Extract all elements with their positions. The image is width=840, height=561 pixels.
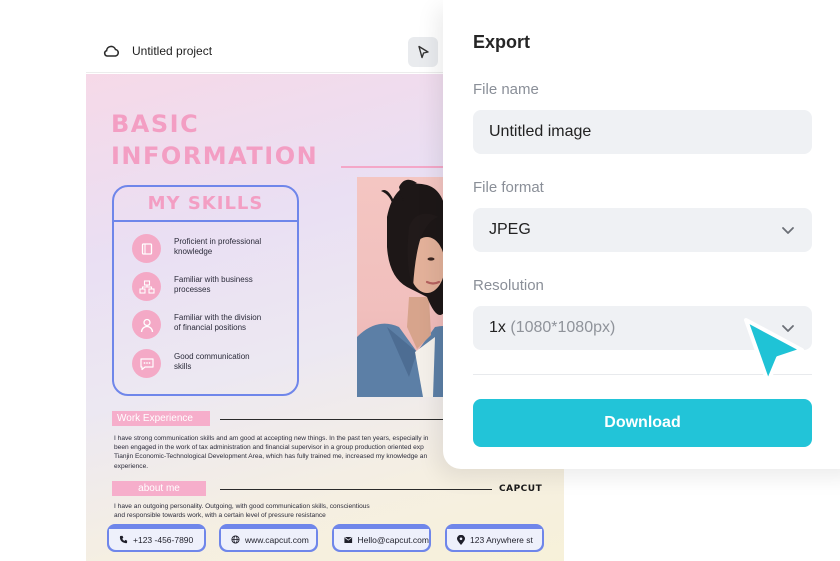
title-rule — [341, 166, 451, 168]
skill-text: Familiar with the division of financial … — [174, 313, 262, 332]
skill-text: Proficient in professional knowledge — [174, 237, 262, 256]
work-experience-label: Work Experience — [112, 411, 210, 426]
skills-title: MY SKILLS — [147, 193, 264, 214]
contact-email-text: Hello@capcut.com — [357, 534, 429, 545]
resolution-label: Resolution — [473, 277, 544, 294]
contact-address: 123 Anywhere st — [445, 524, 544, 552]
chevron-down-icon — [782, 227, 794, 234]
resume-title: BASIC INFORMATION — [111, 108, 318, 172]
about-me-text: I have an outgoing personality. Outgoing… — [114, 503, 370, 520]
book-icon — [132, 234, 161, 263]
project-title[interactable]: Untitled project — [132, 44, 212, 58]
pointer-icon — [418, 45, 429, 59]
file-name-input[interactable]: Untitled image — [473, 110, 812, 154]
resume-title-line2: INFORMATION — [111, 142, 319, 170]
work-experience-text: I have strong communication skills and a… — [114, 435, 429, 470]
export-panel: Export File name Untitled image File for… — [443, 0, 840, 469]
phone-icon — [119, 535, 128, 544]
file-format-value: JPEG — [489, 221, 531, 238]
cursor-icon — [744, 318, 804, 384]
network-icon — [132, 272, 161, 301]
work-rule — [220, 419, 460, 420]
resume-title-line1: BASIC — [111, 110, 200, 138]
skill-text: Good communication skills — [174, 352, 250, 371]
about-me-label: about me — [112, 481, 206, 496]
contact-website: www.capcut.com — [219, 524, 318, 552]
skill-item: Familiar with business processes — [132, 272, 292, 302]
resolution-detail: (1080*1080px) — [510, 319, 616, 336]
resolution-scale: 1x — [489, 319, 506, 336]
skill-text: Familiar with business processes — [174, 275, 253, 294]
cloud-icon[interactable] — [102, 43, 120, 59]
contact-phone-text: +123 -456-7890 — [133, 534, 194, 545]
brand-text: CAPCUT — [499, 484, 543, 494]
export-title: Export — [473, 32, 531, 52]
person-icon — [132, 310, 161, 339]
portrait-photo — [357, 177, 447, 397]
file-format-label: File format — [473, 179, 544, 196]
skills-header: MY SKILLS — [114, 187, 297, 222]
about-rule — [220, 489, 492, 490]
location-pin-icon — [457, 534, 465, 545]
skill-item: Proficient in professional knowledge — [132, 234, 292, 264]
skill-item: Familiar with the division of financial … — [132, 310, 292, 340]
portrait-illustration — [357, 179, 447, 397]
contact-address-text: 123 Anywhere st — [470, 534, 533, 545]
file-name-value: Untitled image — [489, 123, 592, 140]
file-format-select[interactable]: JPEG — [473, 208, 812, 252]
file-name-label: File name — [473, 81, 539, 98]
editor-header: Untitled project — [86, 31, 446, 73]
skill-item: Good communication skills — [132, 349, 292, 379]
contact-website-text: www.capcut.com — [245, 534, 309, 545]
download-button[interactable]: Download — [473, 399, 812, 447]
contact-phone: +123 -456-7890 — [107, 524, 206, 552]
pointer-tool-button[interactable] — [408, 37, 438, 67]
contact-email: Hello@capcut.com — [332, 524, 431, 552]
globe-icon — [231, 535, 240, 544]
skills-card: MY SKILLS Proficient in professional kno… — [112, 185, 299, 396]
chat-icon — [132, 349, 161, 378]
screen: Untitled project BASIC INFORMATION MY SK… — [0, 0, 840, 561]
mail-icon — [344, 536, 353, 543]
